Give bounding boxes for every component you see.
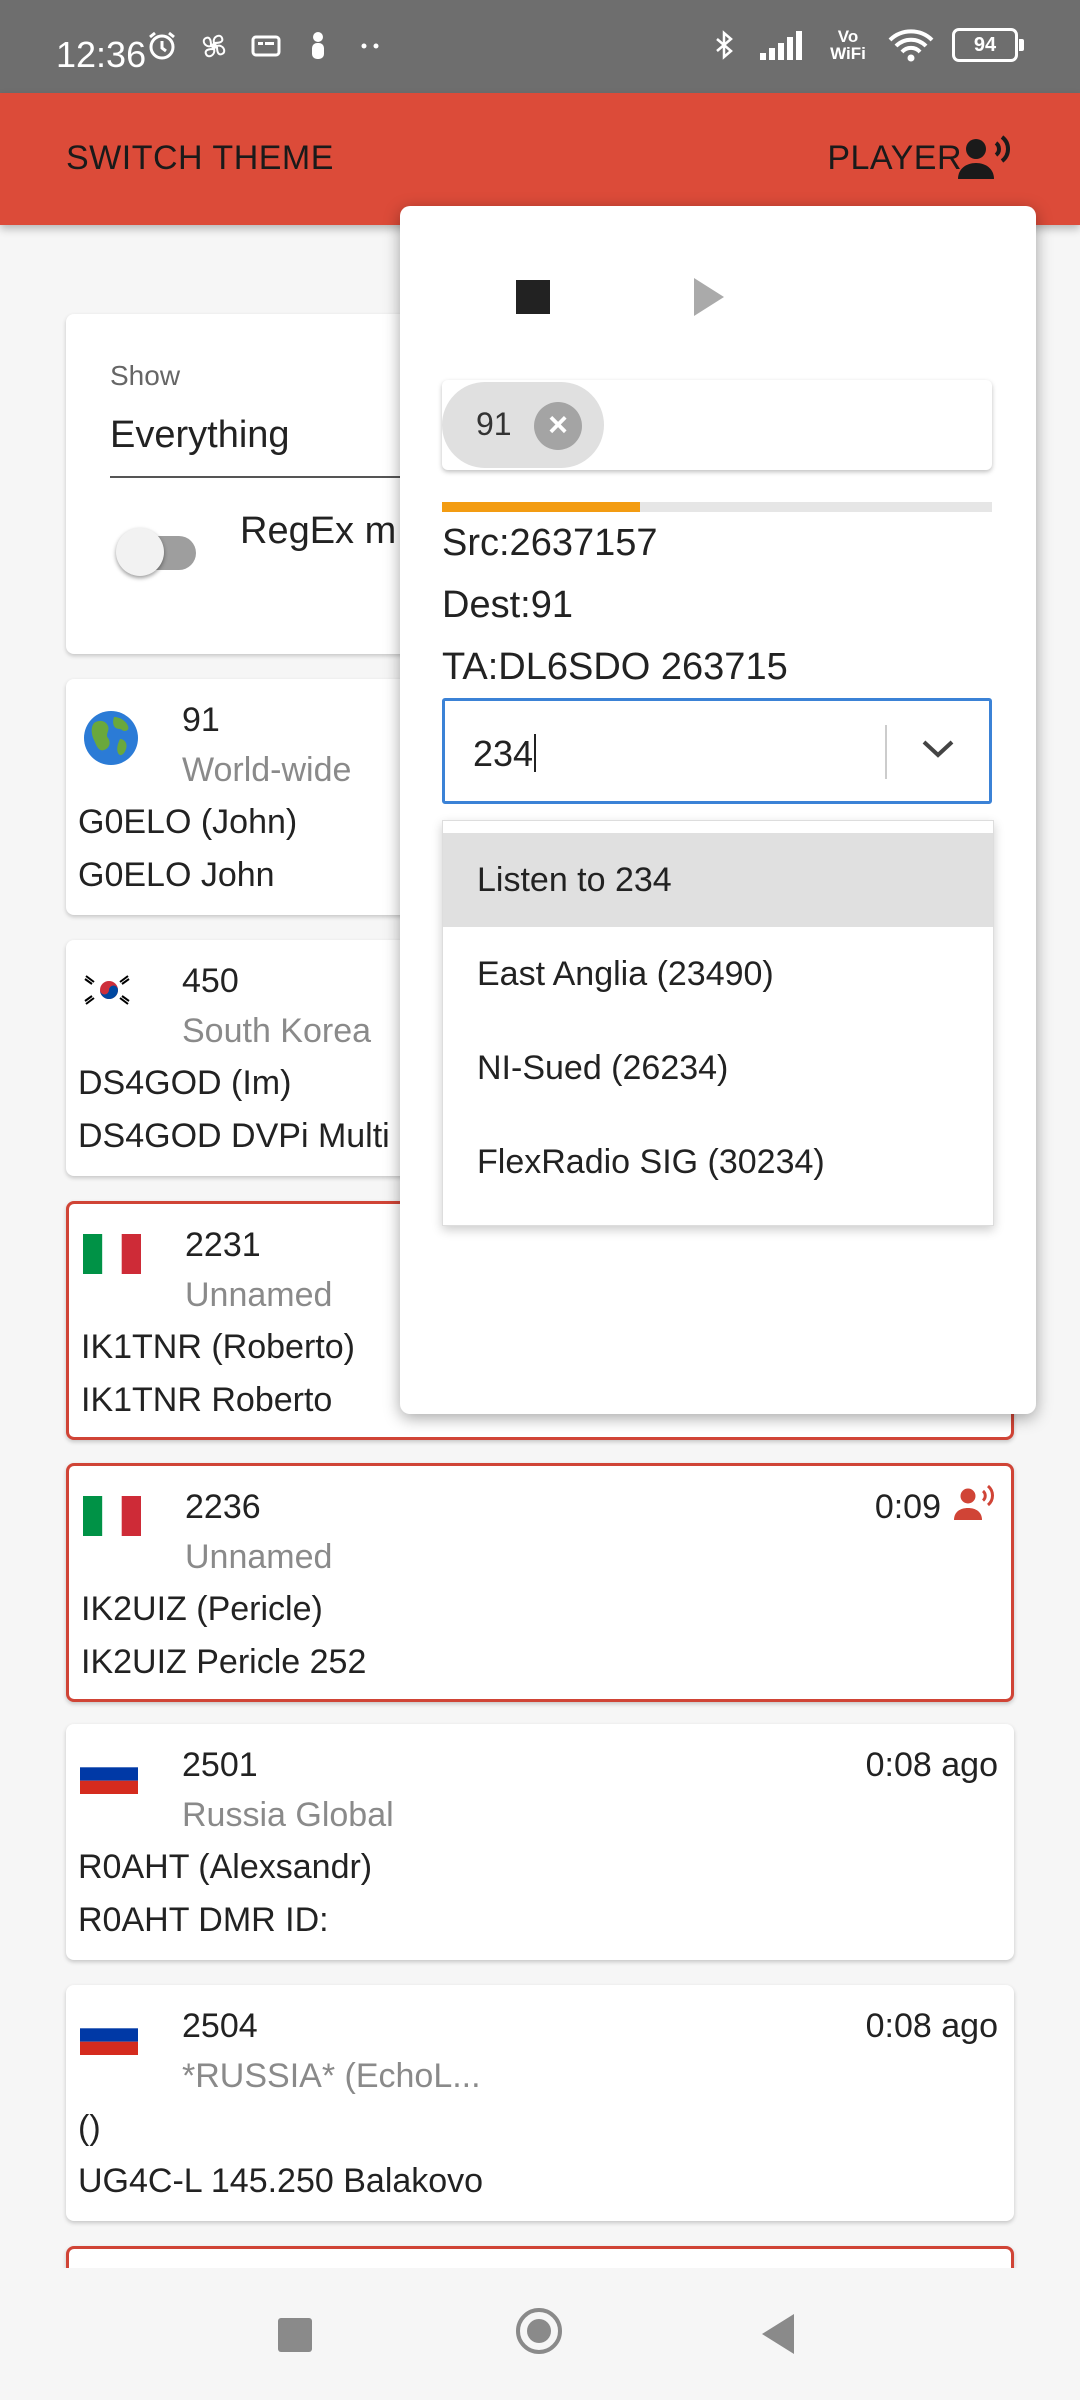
talkgroup-id: 2231 — [185, 1226, 261, 1264]
talkgroup-caller-info: DS4GOD DVPi Multi — [78, 1117, 390, 1155]
globe-icon — [84, 711, 138, 765]
status-left-icons — [146, 30, 386, 62]
dropdown-option[interactable]: NI-Sued (26234) — [443, 1021, 993, 1115]
talkgroup-caller-info: G0ELO John — [78, 856, 275, 894]
option-label: NI-Sued (26234) — [477, 1049, 729, 1087]
show-label: Show — [110, 360, 181, 391]
record-voice-icon[interactable] — [956, 133, 1014, 183]
talkgroup-id: 450 — [182, 962, 239, 1000]
talkgroup-name: South Korea — [182, 1012, 372, 1050]
system-nav-bar — [0, 2268, 1080, 2400]
switch-theme-button[interactable]: SWITCH THEME — [66, 139, 334, 178]
chevron-down-icon[interactable] — [921, 733, 955, 763]
vowifi-icon: Vo WiFi — [830, 27, 866, 63]
bluetooth-icon — [716, 30, 733, 60]
player-button[interactable]: PLAYER — [827, 139, 962, 178]
progress-fill — [442, 502, 640, 512]
battery-level: 94 — [973, 34, 997, 56]
talkgroup-caller: IK1TNR (Roberto) — [81, 1328, 355, 1366]
chip-label: 91 — [476, 406, 512, 442]
option-label: FlexRadio SIG (30234) — [477, 1143, 825, 1181]
chip-remove-icon[interactable]: × — [534, 402, 582, 450]
south-korea-flag-icon — [80, 970, 138, 1010]
signal-icon — [760, 31, 802, 60]
talkgroup-caller: R0AHT (Alexsandr) — [78, 1848, 373, 1886]
dropdown-option[interactable]: Listen to 234 — [443, 833, 993, 927]
talkgroup-caller: DS4GOD (Im) — [78, 1064, 292, 1102]
play-icon[interactable] — [694, 278, 724, 316]
recents-icon[interactable] — [278, 2318, 312, 2352]
talkgroup-id: 91 — [182, 701, 220, 739]
toggle-knob — [116, 528, 164, 576]
talkgroup-card[interactable]: 2504 *RUSSIA* (EchoL... () UG4C-L 145.25… — [66, 1985, 1014, 2221]
record-voice-icon — [954, 1484, 994, 1520]
player-popup: 91 × Src:2637157 Dest:91 TA:DL6SDO 26371… — [400, 206, 1036, 1414]
italy-flag-icon — [83, 1496, 141, 1536]
status-time: 12:36 — [56, 34, 147, 75]
source-info: Src:2637157 — [442, 522, 658, 564]
fan-icon — [202, 34, 226, 58]
talkgroup-time: 0:08 ago — [865, 1746, 998, 1784]
option-label: East Anglia (23490) — [477, 955, 774, 993]
talkgroup-name: Russia Global — [182, 1796, 394, 1834]
talkgroup-caller-info: IK1TNR Roberto — [81, 1381, 333, 1419]
status-bar: 12:36 Vo WiFi 94 — [0, 0, 1080, 93]
more-dots-icon — [361, 43, 379, 49]
talkgroup-caller: IK2UIZ (Pericle) — [81, 1590, 323, 1628]
stop-icon[interactable] — [516, 280, 550, 314]
talker-alias-info: TA:DL6SDO 263715 — [442, 646, 788, 688]
talkgroup-name: *RUSSIA* (EchoL... — [182, 2057, 481, 2095]
dropdown-option[interactable]: FlexRadio SIG (30234) — [443, 1115, 993, 1209]
dropdown-option[interactable]: East Anglia (23490) — [443, 927, 993, 1021]
text-caret — [534, 734, 537, 772]
wifi-icon — [888, 29, 934, 62]
russia-flag-icon — [80, 1754, 138, 1794]
talkgroup-caller: G0ELO (John) — [78, 803, 298, 841]
option-label: Listen to 234 — [477, 861, 672, 899]
russia-flag-icon — [80, 2015, 138, 2055]
talkgroup-caller-info: R0AHT DMR ID: — [78, 1901, 329, 1939]
talkgroup-chip-input[interactable]: 91 × — [442, 380, 992, 470]
destination-info: Dest:91 — [442, 584, 573, 626]
talkgroup-caller-info: IK2UIZ Pericle 252 — [81, 1643, 367, 1681]
talkgroup-search-input[interactable]: 234 — [442, 698, 992, 804]
talkgroup-name: Unnamed — [185, 1538, 333, 1576]
talkgroup-caller: () — [78, 2109, 101, 2147]
talkgroup-card[interactable]: 2236 Unnamed IK2UIZ (Pericle) IK2UIZ Per… — [66, 1463, 1014, 1702]
search-text: 234 — [473, 733, 537, 775]
battery-icon: 94 — [952, 28, 1024, 62]
talkgroup-id: 2236 — [185, 1488, 261, 1526]
dropdown-separator — [885, 725, 887, 779]
regex-label: RegEx m — [240, 510, 397, 552]
talkgroup-time: 0:08 ago — [865, 2007, 998, 2045]
talkgroup-caller-info: UG4C-L 145.250 Balakovo — [78, 2162, 484, 2200]
sim-icon — [251, 35, 281, 57]
person-icon — [312, 32, 324, 59]
talkgroup-time: 0:09 — [874, 1488, 941, 1526]
italy-flag-icon — [83, 1234, 141, 1274]
search-value: 234 — [473, 733, 534, 774]
status-right-icons: Vo WiFi 94 — [708, 27, 1024, 63]
talkgroup-chip: 91 × — [442, 382, 604, 468]
regex-toggle[interactable] — [110, 514, 210, 584]
home-icon[interactable] — [516, 2308, 562, 2354]
talkgroup-id: 2501 — [182, 1746, 258, 1784]
back-icon[interactable] — [762, 2314, 794, 2354]
talkgroup-name: World-wide — [182, 751, 352, 789]
talkgroup-card[interactable]: 2501 Russia Global R0AHT (Alexsandr) R0A… — [66, 1724, 1014, 1960]
alarm-icon — [149, 31, 175, 60]
show-select[interactable]: Everything — [110, 414, 290, 457]
dropdown-menu: Listen to 234 East Anglia (23490) NI-Sue… — [442, 820, 994, 1226]
playback-progress — [442, 502, 992, 512]
talkgroup-name: Unnamed — [185, 1276, 333, 1314]
talkgroup-id: 2504 — [182, 2007, 258, 2045]
